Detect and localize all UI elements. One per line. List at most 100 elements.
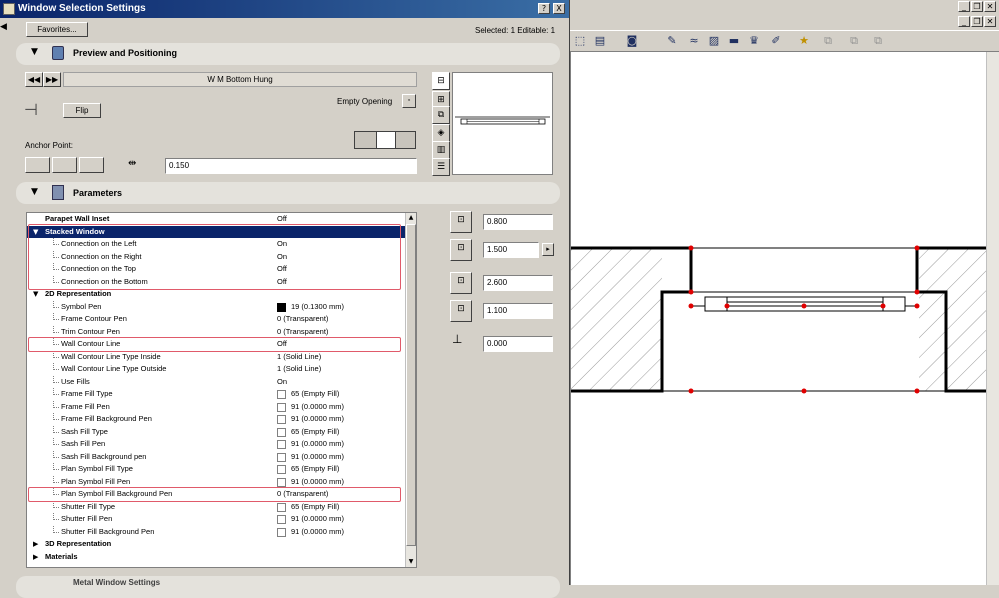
parameter-row[interactable]: ▶ 3D Representation: [27, 538, 407, 551]
color-swatch-icon[interactable]: [277, 427, 286, 437]
favorites-button[interactable]: Favorites...: [26, 22, 88, 37]
line-type-icon[interactable]: ≈: [686, 33, 702, 49]
color-swatch-icon[interactable]: [277, 502, 286, 512]
sill-height-input[interactable]: 1.100: [483, 303, 553, 319]
flip-button[interactable]: Flip: [63, 103, 101, 118]
parameter-row[interactable]: Frame Contour Pen 0 (Transparent): [27, 313, 407, 326]
parameter-value[interactable]: 19 (0.1300 mm): [291, 301, 344, 314]
minimize-icon[interactable]: _: [958, 1, 970, 12]
parameter-row[interactable]: Sash Fill Pen 91 (0.0000 mm): [27, 438, 407, 451]
parameter-value[interactable]: 65 (Empty Fill): [291, 388, 339, 401]
group-collapsed-icon[interactable]: ▶: [33, 538, 38, 551]
parameter-value[interactable]: 0 (Transparent): [277, 313, 328, 326]
drawing-canvas[interactable]: [570, 52, 987, 585]
head-height-input[interactable]: 2.600: [483, 275, 553, 291]
expand-triangle-icon[interactable]: ▼: [31, 47, 38, 57]
close-button[interactable]: X: [553, 3, 565, 14]
paint-icon[interactable]: ♛: [746, 33, 762, 49]
pen-icon[interactable]: ✎: [664, 33, 680, 49]
section-view-icon[interactable]: ⧉: [432, 106, 450, 124]
prev-object-button[interactable]: ◀◀: [25, 72, 43, 87]
help-button[interactable]: ?: [538, 3, 550, 14]
parameter-value[interactable]: 91 (0.0000 mm): [291, 526, 344, 539]
ungroup-icon[interactable]: ⧉: [870, 33, 886, 49]
elevation-offset-input[interactable]: 0.000: [483, 336, 553, 352]
parameter-value[interactable]: 91 (0.0000 mm): [291, 401, 344, 414]
layer-icon[interactable]: ▤: [592, 33, 608, 49]
expand-triangle-icon[interactable]: ▼: [31, 187, 38, 197]
next-object-button[interactable]: ▶▶: [43, 72, 61, 87]
parameter-value[interactable]: 91 (0.0000 mm): [291, 438, 344, 451]
minimize-icon[interactable]: _: [958, 16, 970, 27]
parameter-value[interactable]: 1 (Solid Line): [277, 351, 321, 364]
list-view-icon[interactable]: ☰: [432, 158, 450, 176]
parameter-row[interactable]: ▶ Materials: [27, 551, 407, 564]
scroll-thumb[interactable]: [406, 224, 416, 546]
front-view-icon[interactable]: ▥: [432, 141, 450, 159]
parameter-name: Symbol Pen: [61, 301, 102, 311]
parameter-row[interactable]: Use Fills On: [27, 375, 407, 389]
canvas-vertical-scrollbar[interactable]: [986, 52, 999, 585]
anchor-right-button[interactable]: [79, 157, 104, 173]
parameter-row[interactable]: Sash Fill Background pen 91 (0.0000 mm): [27, 450, 407, 464]
close-icon[interactable]: ✕: [984, 1, 996, 12]
group-collapsed-icon[interactable]: ▶: [33, 551, 38, 564]
brush-icon[interactable]: ✐: [768, 33, 784, 49]
parameter-row[interactable]: Wall Contour Line Type Outside 1 (Solid L…: [27, 363, 407, 376]
collapse-arrow-icon[interactable]: ◀: [0, 22, 10, 42]
parameter-value[interactable]: 91 (0.0000 mm): [291, 413, 344, 426]
color-swatch-icon[interactable]: [277, 477, 286, 487]
color-swatch-icon[interactable]: [277, 465, 286, 474]
parameter-row[interactable]: Symbol Pen 19 (0.1300 mm): [27, 300, 407, 314]
close-icon[interactable]: ✕: [984, 16, 996, 27]
parameter-row[interactable]: Shutter Fill Type 65 (Empty Fill): [27, 500, 407, 514]
plan-view-icon[interactable]: ⊟: [432, 72, 450, 90]
scroll-up-icon[interactable]: ▲: [406, 213, 416, 223]
fill-icon[interactable]: ▨: [706, 33, 722, 49]
group-icon[interactable]: ⧉: [846, 33, 862, 49]
tree-connector: [53, 513, 59, 520]
orientation-icon: ⊣: [24, 100, 38, 119]
scroll-down-icon[interactable]: ▼: [406, 557, 416, 567]
parameter-value[interactable]: 1 (Solid Line): [277, 363, 321, 376]
parameter-row[interactable]: Shutter Fill Background Pen 91 (0.0000 mm…: [27, 525, 407, 539]
color-swatch-icon[interactable]: [277, 515, 286, 524]
reveal-center-option[interactable]: [376, 131, 396, 149]
favorites-star-icon[interactable]: ★: [796, 33, 812, 49]
pen-weight-icon[interactable]: ▬: [726, 33, 742, 49]
anchor-left-button[interactable]: [25, 157, 50, 173]
select-icon[interactable]: ⬚: [572, 33, 588, 49]
parameter-row[interactable]: Frame Fill Type 65 (Empty Fill): [27, 388, 407, 401]
color-swatch-icon[interactable]: [277, 402, 286, 412]
parameter-value[interactable]: 65 (Empty Fill): [291, 463, 339, 476]
parameter-value[interactable]: On: [277, 376, 287, 389]
color-swatch-icon[interactable]: [277, 390, 286, 399]
hotspots[interactable]: [688, 245, 920, 394]
camera-icon[interactable]: ◙: [624, 33, 640, 49]
parameter-value[interactable]: 91 (0.0000 mm): [291, 513, 344, 526]
color-swatch-icon[interactable]: [277, 440, 286, 449]
offset-input[interactable]: 0.150: [165, 158, 417, 174]
empty-opening-toggle[interactable]: ▫: [402, 94, 416, 108]
parameter-row[interactable]: Frame Fill Pen 91 (0.0000 mm): [27, 400, 407, 414]
parameter-row[interactable]: Wall Contour Line Type Inside 1 (Solid Li…: [27, 350, 407, 364]
height-input[interactable]: 1.500: [483, 242, 539, 258]
color-swatch-icon[interactable]: [277, 527, 286, 537]
restore-icon[interactable]: ❐: [971, 16, 983, 27]
parameter-value[interactable]: 65 (Empty Fill): [291, 501, 339, 514]
parameter-row[interactable]: Sash Fill Type 65 (Empty Fill): [27, 425, 407, 439]
color-swatch-icon[interactable]: [277, 452, 286, 462]
color-swatch-icon[interactable]: [277, 302, 286, 312]
3d-view-icon[interactable]: ◈: [432, 124, 450, 142]
height-menu-arrow[interactable]: ▸: [542, 243, 554, 256]
arrange-icon[interactable]: ⧉: [820, 33, 836, 49]
parameter-value[interactable]: 65 (Empty Fill): [291, 426, 339, 439]
width-input[interactable]: 0.800: [483, 214, 553, 230]
anchor-center-button[interactable]: [52, 157, 77, 173]
parameter-row[interactable]: Shutter Fill Pen 91 (0.0000 mm): [27, 513, 407, 526]
parameter-row[interactable]: Plan Symbol Fill Type 65 (Empty Fill): [27, 463, 407, 476]
restore-icon[interactable]: ❐: [971, 1, 983, 12]
color-swatch-icon[interactable]: [277, 415, 286, 424]
parameter-value[interactable]: 91 (0.0000 mm): [291, 451, 344, 464]
parameter-row[interactable]: Frame Fill Background Pen 91 (0.0000 mm): [27, 413, 407, 426]
